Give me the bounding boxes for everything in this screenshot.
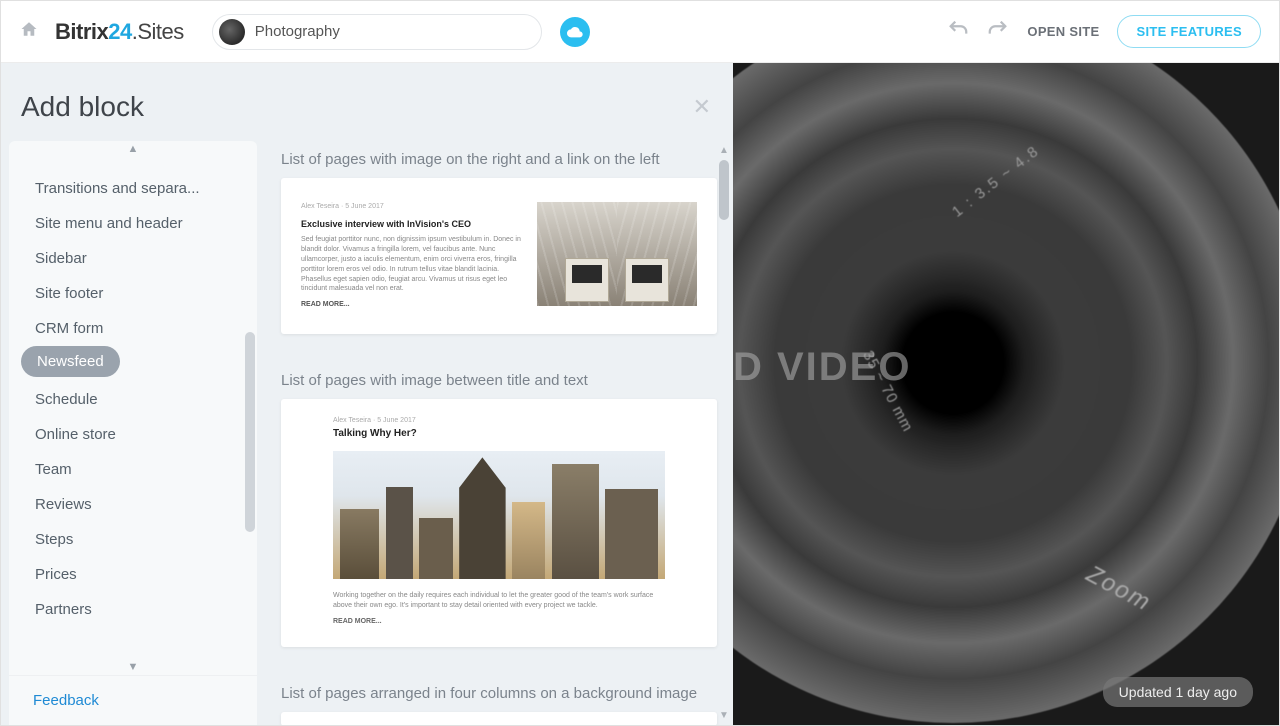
redo-icon[interactable] <box>987 18 1009 45</box>
preview-image <box>537 202 697 306</box>
category-item[interactable]: Site footer <box>21 276 247 311</box>
preview-readmore: READ MORE... <box>333 618 689 625</box>
feedback-link[interactable]: Feedback <box>9 675 257 725</box>
scroll-up-arrow[interactable]: ▲ <box>9 141 257 157</box>
updated-badge: Updated 1 day ago <box>1103 677 1253 707</box>
logo: Bitrix24.Sites <box>55 19 184 45</box>
block-card[interactable]: List of pages with image between title a… <box>281 372 717 647</box>
category-list: Transitions and separa... Site menu and … <box>9 157 257 659</box>
preview-body: Working together on the daily requires e… <box>333 591 665 612</box>
category-item[interactable]: Site menu and header <box>21 206 247 241</box>
top-right-actions: OPEN SITE SITE FEATURES <box>947 15 1261 48</box>
scrollbar-thumb[interactable] <box>719 160 729 220</box>
site-preview: 1 : 3.5 ~ 4.8 35 ~ 70 mm D VIDEO Updated… <box>733 63 1279 725</box>
category-item[interactable]: Transitions and separa... <box>21 171 247 206</box>
category-item[interactable]: Steps <box>21 522 247 557</box>
undo-icon[interactable] <box>947 18 969 45</box>
preview-readmore: READ MORE... <box>301 300 521 310</box>
hero-text: D VIDEO <box>733 345 911 390</box>
logo-prefix: Bitrix <box>55 19 108 44</box>
category-item[interactable]: Reviews <box>21 487 247 522</box>
category-sidebar: ▲ Transitions and separa... Site menu an… <box>9 141 257 725</box>
logo-suffix: .Sites <box>132 19 184 44</box>
cloud-button[interactable] <box>560 17 590 47</box>
site-name: Photography <box>255 23 340 40</box>
category-item[interactable]: CRM form <box>21 311 247 346</box>
preview-meta: Alex Teseira · 5 June 2017 <box>333 417 689 424</box>
category-item[interactable]: Team <box>21 452 247 487</box>
category-item[interactable]: Partners <box>21 592 247 627</box>
block-title: List of pages with image between title a… <box>281 372 717 389</box>
panel-body: ▲ Transitions and separa... Site menu an… <box>1 141 733 725</box>
site-selector[interactable]: Photography <box>212 14 542 50</box>
category-item[interactable]: Sidebar <box>21 241 247 276</box>
block-card[interactable]: List of pages arranged in four columns o… <box>281 685 717 725</box>
block-preview: Alex Teseira · 5 June 2017 Talking Why H… <box>281 399 717 647</box>
preview-image <box>333 451 665 579</box>
site-features-button[interactable]: SITE FEATURES <box>1117 15 1261 48</box>
block-list: List of pages with image on the right an… <box>267 141 733 725</box>
close-icon[interactable]: ✕ <box>693 94 711 120</box>
preview-meta: Alex Teseira · 5 June 2017 <box>301 202 521 212</box>
preview-body: Sed feugiat porttitor nunc, non dignissi… <box>301 235 521 294</box>
panel-title: Add block <box>21 91 144 123</box>
block-title: List of pages arranged in four columns o… <box>281 685 717 702</box>
home-icon[interactable] <box>19 20 39 43</box>
panel-header: Add block ✕ <box>1 63 733 141</box>
lens-aperture-text: 1 : 3.5 ~ 4.8 <box>949 142 1043 220</box>
category-item[interactable]: Schedule <box>21 382 247 417</box>
main-area: Add block ✕ ▲ Transitions and separa... … <box>1 63 1279 725</box>
category-item-active[interactable]: Newsfeed <box>21 346 120 377</box>
lens-image: 1 : 3.5 ~ 4.8 35 ~ 70 mm <box>733 63 1279 723</box>
category-item[interactable]: Prices <box>21 557 247 592</box>
category-item[interactable]: Online store <box>21 417 247 452</box>
block-preview: Alex Teseira · 5 June 2017 Exclusive int… <box>281 178 717 334</box>
blocks-scrollbar[interactable]: ▲ ▼ <box>719 145 729 721</box>
preview-heading: Talking Why Her? <box>333 428 689 439</box>
logo-number: 24 <box>108 19 131 44</box>
block-preview <box>281 712 717 725</box>
add-block-panel: Add block ✕ ▲ Transitions and separa... … <box>1 63 733 725</box>
top-bar: Bitrix24.Sites Photography OPEN SITE SIT… <box>1 1 1279 63</box>
scroll-up-icon[interactable]: ▲ <box>719 145 729 156</box>
site-avatar <box>219 19 245 45</box>
block-title: List of pages with image on the right an… <box>281 151 717 168</box>
block-card[interactable]: List of pages with image on the right an… <box>281 151 717 334</box>
scroll-down-arrow[interactable]: ▼ <box>9 659 257 675</box>
scroll-down-icon[interactable]: ▼ <box>719 710 729 721</box>
category-scrollbar-thumb[interactable] <box>245 332 255 532</box>
preview-heading: Exclusive interview with InVision's CEO <box>301 218 521 231</box>
open-site-button[interactable]: OPEN SITE <box>1027 24 1099 39</box>
